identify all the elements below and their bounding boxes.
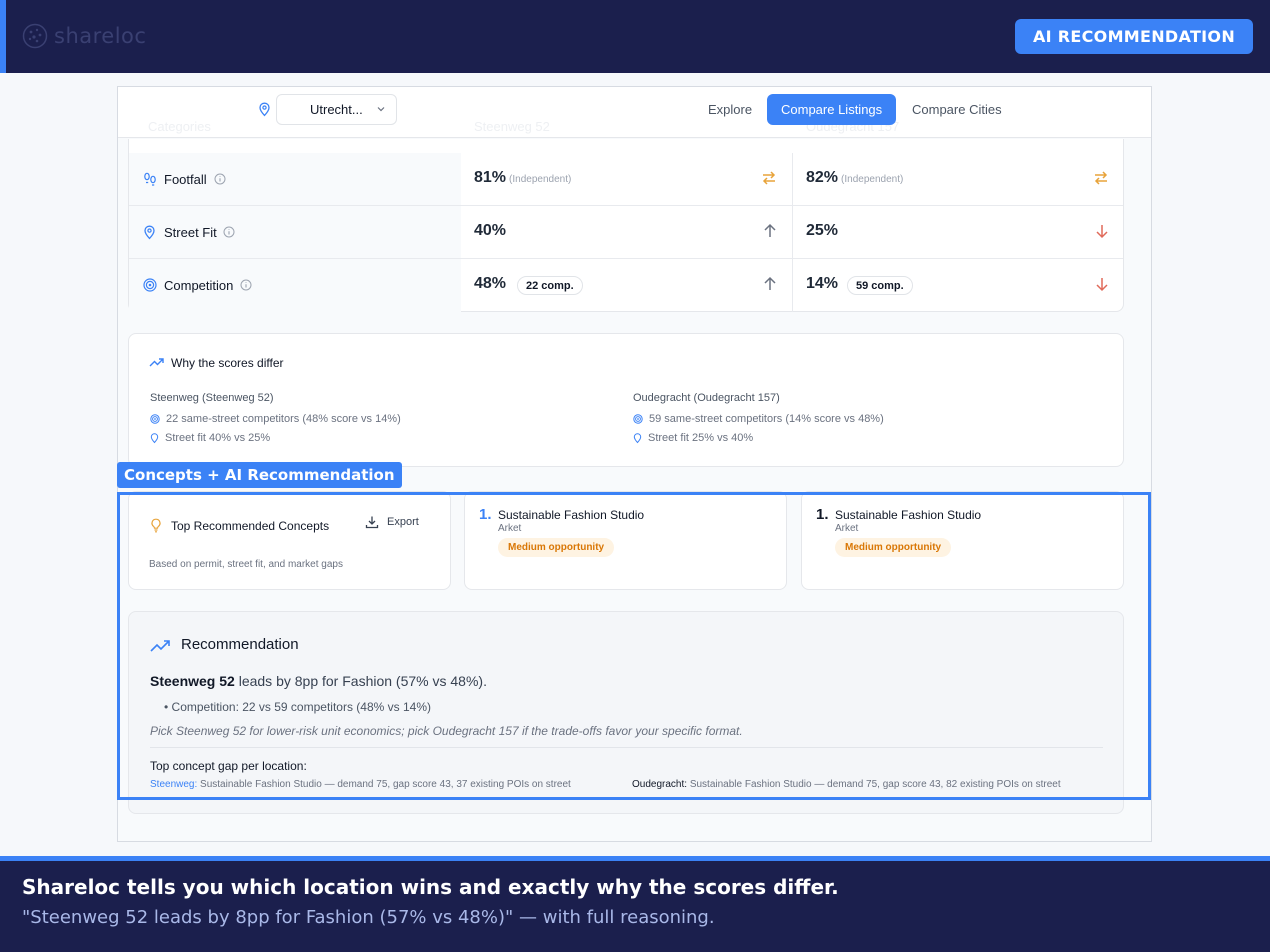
arrow-down-icon	[1096, 225, 1108, 239]
why-scores-differ-card: Why the scores differ Steenweg (Steenweg…	[128, 333, 1124, 467]
location-pin-icon	[259, 102, 270, 117]
metric-cell-a: 40%	[461, 206, 792, 258]
metric-label-cell: Competition	[129, 259, 461, 312]
metric-label: Footfall	[164, 171, 207, 187]
footsteps-icon	[144, 172, 156, 186]
nav-compare-listings[interactable]: Compare Listings	[767, 94, 897, 125]
why-line-text: Street fit 40% vs 25%	[165, 432, 271, 444]
competitor-count-pill: 59 comp.	[847, 276, 913, 295]
arrow-up-icon	[764, 223, 776, 237]
metric-value: 82%	[806, 169, 839, 186]
metric-sub: (Independent)	[509, 174, 572, 185]
ghost-label: Categories	[148, 119, 211, 134]
why-line-text: 59 same-street competitors (14% score vs…	[649, 413, 884, 425]
swap-icon	[762, 171, 776, 185]
metric-value: 14%	[806, 275, 839, 292]
nav-compare-cities[interactable]: Compare Cities	[898, 94, 1016, 125]
why-line: Street fit 25% vs 40%	[633, 432, 753, 444]
why-title: Why the scores differ	[171, 356, 284, 370]
city-select-value: Utrecht...	[310, 102, 363, 117]
metric-value: 25%	[806, 222, 839, 239]
competitor-count-pill: 22 comp.	[517, 276, 583, 295]
app-toolbar: Categories Steenweg 52 Oudegracht 157 Ut…	[118, 87, 1151, 138]
info-icon[interactable]	[240, 279, 252, 291]
trending-up-icon	[149, 358, 164, 367]
swap-icon	[1094, 171, 1108, 185]
metrics-table: Footfall 81% (Independent) 82% (Independen…	[128, 139, 1124, 312]
map-pin-icon	[150, 432, 159, 443]
chevron-down-icon	[377, 107, 385, 112]
ai-recommendation-button[interactable]: AI RECOMMENDATION	[1015, 19, 1253, 54]
why-line: 59 same-street competitors (14% score vs…	[633, 413, 884, 425]
highlight-box	[117, 492, 1151, 800]
why-right-heading: Oudegracht (Oudegracht 157)	[633, 392, 780, 404]
caption-subline: "Steenweg 52 leads by 8pp for Fashion (5…	[22, 907, 715, 928]
metric-value: 81%	[474, 169, 507, 186]
metric-cell-a: 48% 22 comp.	[461, 259, 792, 312]
metric-cell-b: 25%	[792, 206, 1123, 258]
caption-headline: Shareloc tells you which location wins a…	[22, 875, 839, 899]
arrow-up-icon	[764, 276, 776, 290]
metric-sub: (Independent)	[841, 174, 904, 185]
why-line-text: Street fit 25% vs 40%	[648, 432, 754, 444]
metric-cell-a: 81% (Independent)	[461, 153, 792, 205]
target-icon	[150, 414, 160, 424]
highlight-label: Concepts + AI Recommendation	[117, 462, 402, 488]
target-icon	[143, 278, 157, 292]
metric-label-cell: Street Fit	[129, 206, 461, 258]
map-pin-icon	[144, 225, 155, 240]
why-line-text: 22 same-street competitors (48% score vs…	[166, 413, 401, 425]
metric-row-footfall: Footfall 81% (Independent) 82% (Independen…	[129, 153, 1123, 206]
brand-name: shareloc	[54, 24, 147, 48]
globe-dots-icon	[22, 23, 48, 49]
ghost-label: Steenweg 52	[474, 119, 550, 134]
metric-row-street-fit: Street Fit 40% 25%	[129, 206, 1123, 259]
metric-cell-b: 82% (Independent)	[792, 153, 1123, 205]
map-pin-icon	[633, 432, 642, 443]
top-bar: shareloc AI RECOMMENDATION	[0, 0, 1270, 73]
metric-label: Street Fit	[164, 224, 217, 240]
metric-row-competition: Competition 48% 22 comp. 14% 59 comp.	[129, 259, 1123, 312]
metric-label: Competition	[164, 278, 234, 293]
why-line: Street fit 40% vs 25%	[150, 432, 270, 444]
city-select[interactable]: Utrecht...	[276, 94, 397, 125]
nav-explore[interactable]: Explore	[694, 94, 766, 125]
metric-value: 40%	[474, 222, 507, 239]
target-icon	[633, 414, 643, 424]
info-icon[interactable]	[214, 173, 226, 185]
metric-cell-b: 14% 59 comp.	[792, 259, 1123, 312]
caption-banner: Shareloc tells you which location wins a…	[0, 856, 1270, 952]
why-line: 22 same-street competitors (48% score vs…	[150, 413, 401, 425]
info-icon[interactable]	[223, 226, 235, 238]
brand-logo[interactable]: shareloc	[22, 23, 146, 49]
accent-stripe	[0, 0, 6, 73]
metric-label-cell: Footfall	[129, 153, 461, 205]
why-left-heading: Steenweg (Steenweg 52)	[150, 392, 274, 404]
metric-value: 48%	[474, 275, 507, 292]
arrow-down-icon	[1096, 278, 1108, 292]
